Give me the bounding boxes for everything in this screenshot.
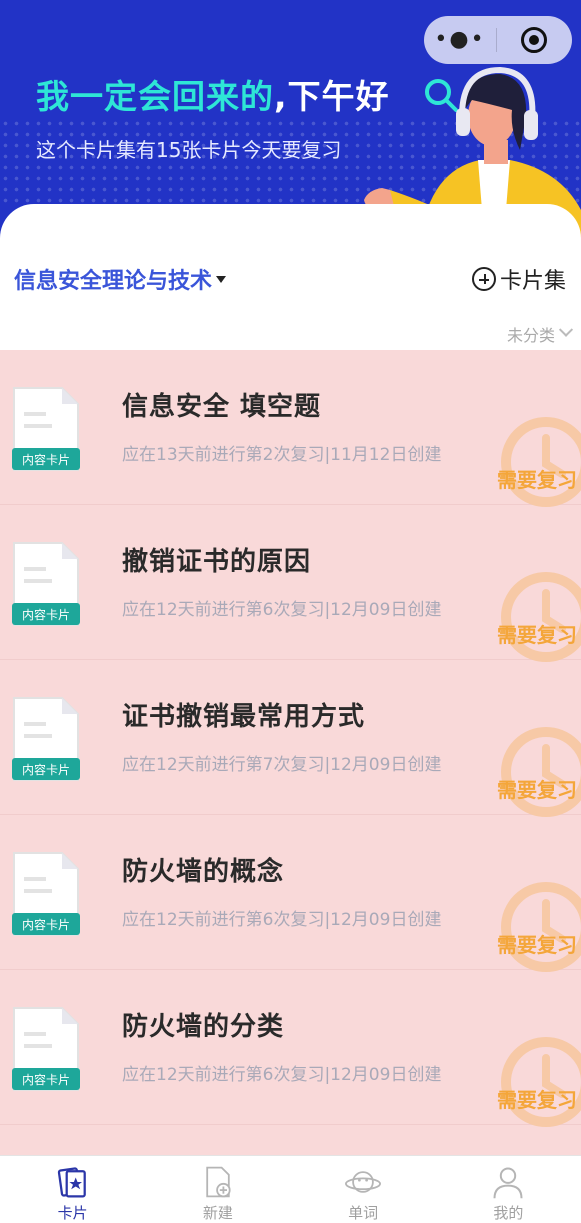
category-filter[interactable]: 未分类 [506, 322, 574, 346]
user-icon [493, 1167, 523, 1199]
card-list: 内容卡片 信息安全 填空题 应在13天前进行第2次复习|11月12日创建 需要复… [0, 350, 581, 1155]
content-card-label: 内容卡片 [22, 452, 70, 467]
clock-watermark-icon [501, 417, 581, 507]
card-item[interactable]: 内容卡片 信息安全 填空题 应在13天前进行第2次复习|11月12日创建 需要复… [0, 350, 581, 507]
greeting-title: 我一定会回来的,下午好 [36, 70, 390, 118]
close-program-button[interactable] [497, 27, 571, 53]
card-set-name: 信息安全理论与技术 [14, 269, 213, 294]
content-card-label: 内容卡片 [22, 917, 70, 932]
review-summary: 这个卡片集有15张卡片今天要复习 [36, 138, 342, 162]
add-card-set-label: 卡片集 [499, 269, 566, 294]
planet-icon [345, 1171, 382, 1193]
needs-review-badge: 需要复习 [497, 933, 577, 957]
mini-program-capsule: •●• [424, 16, 572, 64]
card-item[interactable]: 内容卡片 证书撤销最常用方式 应在12天前进行第7次复习|12月09日创建 需要… [0, 660, 581, 817]
card-title: 证书撤销最常用方式 [122, 702, 366, 732]
set-selector-row: 信息安全理论与技术 卡片集 [14, 262, 566, 296]
clock-watermark-icon [501, 727, 581, 817]
tab-cards[interactable]: 卡片 [0, 1156, 145, 1223]
content-card-label: 内容卡片 [22, 1072, 70, 1087]
clock-watermark-icon [501, 882, 581, 972]
card-item[interactable]: 内容卡片 防火墙的分类 应在12天前进行第6次复习|12月09日创建 需要复习 [0, 970, 581, 1127]
add-card-set-button[interactable]: 卡片集 [471, 263, 566, 295]
content-card-label: 内容卡片 [22, 762, 70, 777]
card-item[interactable]: 内容卡片 防火墙的概念 应在12天前进行第6次复习|12月09日创建 需要复习 [0, 815, 581, 972]
card-review-info: 应在12天前进行第6次复习|12月09日创建 [122, 1065, 442, 1085]
tab-me[interactable]: 我的 [436, 1156, 581, 1223]
needs-review-badge: 需要复习 [497, 778, 577, 802]
chevron-down-icon [558, 322, 574, 337]
card-set-dropdown[interactable]: 信息安全理论与技术 [14, 263, 227, 295]
new-doc-icon [206, 1166, 231, 1198]
card-review-info: 应在12天前进行第6次复习|12月09日创建 [122, 910, 442, 930]
card-title: 信息安全 填空题 [122, 392, 322, 422]
content-card-icon: 内容卡片 [12, 1007, 80, 1091]
needs-review-badge: 需要复习 [497, 623, 577, 647]
card-title: 撤销证书的原因 [122, 547, 312, 577]
tab-words-label: 单词 [348, 1204, 379, 1222]
card-review-info: 应在12天前进行第6次复习|12月09日创建 [122, 600, 442, 620]
plus-circle-icon [471, 267, 496, 291]
card-title: 防火墙的概念 [122, 857, 285, 887]
bottom-tab-bar: 卡片 新建 单词 我的 [0, 1155, 581, 1223]
needs-review-badge: 需要复习 [497, 1088, 577, 1112]
content-card-icon: 内容卡片 [12, 697, 80, 781]
target-icon [521, 27, 547, 53]
clock-watermark-icon [501, 572, 581, 662]
content-card-label: 内容卡片 [22, 607, 70, 622]
tab-cards-label: 卡片 [57, 1204, 88, 1222]
caret-down-icon [216, 275, 227, 283]
cards-icon [57, 1167, 86, 1198]
category-label: 未分类 [506, 326, 555, 345]
tab-me-label: 我的 [493, 1204, 524, 1222]
tab-new-label: 新建 [202, 1204, 233, 1222]
card-review-info: 应在12天前进行第7次复习|12月09日创建 [122, 755, 442, 775]
more-menu-button[interactable]: •●• [424, 16, 496, 64]
card-item[interactable]: 内容卡片 撤销证书的原因 应在12天前进行第6次复习|12月09日创建 需要复习 [0, 505, 581, 662]
card-review-info: 应在13天前进行第2次复习|11月12日创建 [122, 445, 442, 465]
tab-new[interactable]: 新建 [145, 1156, 290, 1223]
content-card-icon: 内容卡片 [12, 852, 80, 936]
content-card-icon: 内容卡片 [12, 387, 80, 471]
clock-watermark-icon [501, 1037, 581, 1127]
greeting-name: 我一定会回来的 [36, 77, 274, 116]
card-title: 防火墙的分类 [122, 1012, 285, 1042]
needs-review-badge: 需要复习 [497, 468, 577, 492]
tab-words[interactable]: 单词 [291, 1156, 436, 1223]
content-card-icon: 内容卡片 [12, 542, 80, 626]
